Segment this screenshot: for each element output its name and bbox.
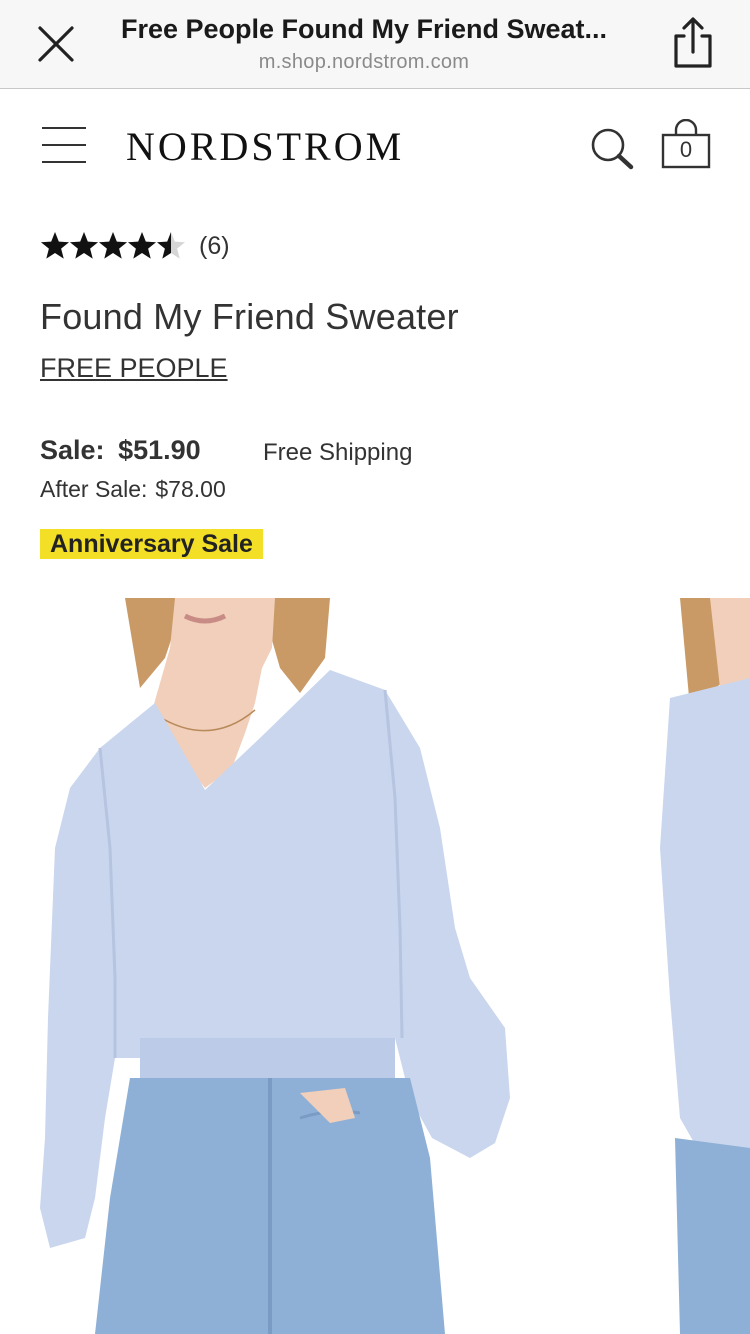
star-icon [157,232,185,259]
review-count[interactable]: (6) [199,232,230,261]
after-sale-label: After Sale: [40,476,148,502]
nordstrom-logo[interactable]: NORDSTROM [126,123,404,170]
rating-stars [40,231,185,261]
free-shipping: Free Shipping [263,439,413,466]
product-image-next[interactable] [640,598,750,1334]
search-button[interactable] [588,125,636,171]
product-rating[interactable]: (6) [40,228,230,264]
sale-label: Sale: [40,435,105,465]
close-button[interactable] [30,22,80,66]
bag-count: 0 [679,137,693,162]
shopping-bag-button[interactable]: 0 [660,119,712,169]
after-sale-price-line: After Sale: $78.00 [40,476,226,503]
share-icon [674,17,712,68]
sweater-photo [40,598,510,1334]
star-icon [99,232,127,259]
product-image-main[interactable] [0,598,640,1334]
sale-price: $51.90 [118,435,201,465]
star-icon [70,232,98,259]
product-image-carousel[interactable] [0,598,750,1334]
hamburger-menu-icon [42,127,86,129]
browser-top-bar: Free People Found My Friend Sweat... m.s… [0,0,750,89]
search-icon [591,128,634,170]
close-icon [38,26,74,62]
sale-price-line: Sale: $51.90 [40,435,201,466]
menu-button[interactable] [38,125,90,165]
browser-url[interactable]: m.shop.nordstrom.com [100,51,628,74]
star-icon [41,232,69,259]
sweater-photo-2 [660,598,750,1334]
product-title: Found My Friend Sweater [40,296,459,337]
after-sale-price: $78.00 [155,476,226,502]
share-button[interactable] [664,14,720,70]
anniversary-sale-badge: Anniversary Sale [40,529,263,559]
browser-page-title: Free People Found My Friend Sweat... [120,14,608,44]
brand-link[interactable]: FREE PEOPLE [40,353,228,384]
site-header: NORDSTROM 0 [0,89,750,201]
star-icon [128,232,156,259]
